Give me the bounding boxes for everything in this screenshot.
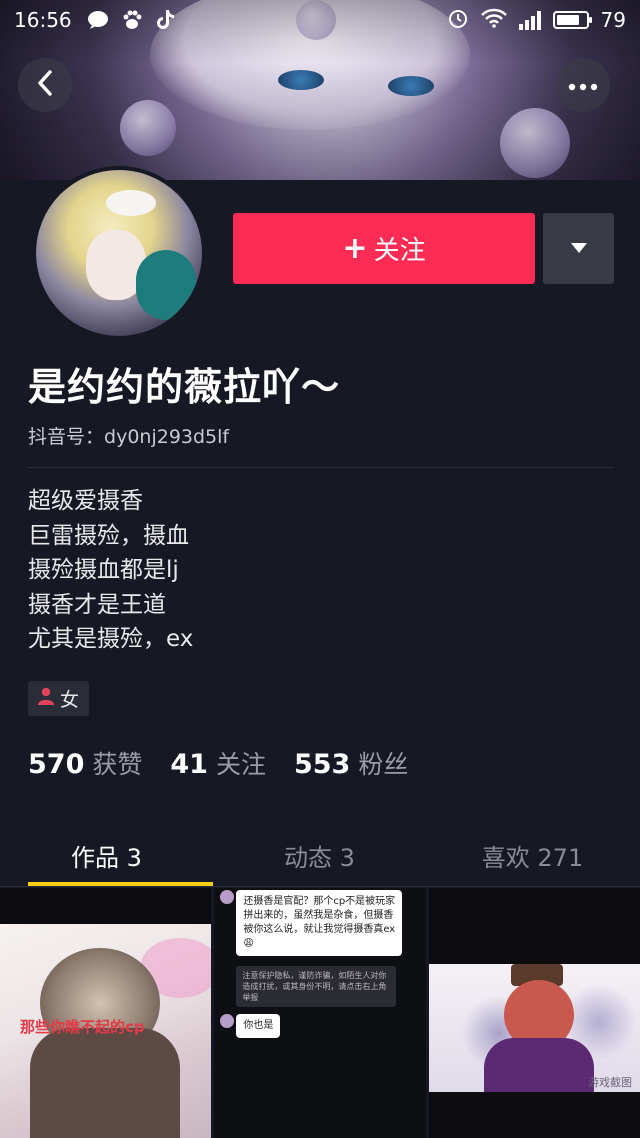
video-thumbnail[interactable]: 游戏截图 bbox=[428, 888, 640, 1138]
status-time: 16:56 bbox=[14, 8, 72, 32]
gender-label: 女 bbox=[60, 689, 80, 711]
bio-line: 摄香才是王道 bbox=[28, 591, 166, 618]
video-thumbnail[interactable]: 那些你瞧不起的cp bbox=[0, 888, 212, 1138]
stat-label: 获赞 bbox=[92, 750, 143, 779]
more-dots-icon bbox=[568, 76, 598, 95]
stat-number: 570 bbox=[28, 749, 85, 780]
recommend-dropdown-button[interactable] bbox=[543, 213, 614, 284]
gender-tag: 女 bbox=[28, 681, 90, 716]
alarm-icon bbox=[447, 7, 469, 34]
stat-following[interactable]: 41 关注 bbox=[170, 745, 266, 781]
bio-line: 超级爱摄香 bbox=[28, 488, 143, 514]
thumbnail-caption: 那些你瞧不起的cp bbox=[20, 1018, 145, 1036]
profile-id-label: 抖音号： bbox=[28, 426, 105, 448]
stat-label: 粉丝 bbox=[358, 750, 409, 779]
bio-line: 摄殓摄血都是lj bbox=[28, 557, 179, 583]
chat-message: 你也是 bbox=[236, 1014, 281, 1038]
more-button[interactable] bbox=[556, 58, 610, 112]
profile-bio: 超级爱摄香 巨雷摄殓，摄血 摄殓摄血都是lj 摄香才是王道 尤其是摄殓，ex bbox=[28, 484, 193, 657]
video-grid: 那些你瞧不起的cp 还摄香是官配？那个cp不是被玩家拼出来的，虽然我是杂食，但摄… bbox=[0, 888, 640, 1138]
paw-icon bbox=[120, 9, 144, 31]
back-button[interactable] bbox=[18, 58, 72, 112]
tab-moments[interactable]: 动态 3 bbox=[213, 826, 426, 886]
plus-icon: + bbox=[342, 231, 368, 266]
tab-divider bbox=[0, 886, 640, 887]
tiktok-icon bbox=[154, 9, 178, 31]
video-thumbnail[interactable]: 还摄香是官配？那个cp不是被玩家拼出来的，虽然我是杂食，但摄香被你这么说，就让我… bbox=[214, 888, 426, 1138]
bio-line: 尤其是摄殓，ex bbox=[28, 626, 194, 652]
battery-level: 79 bbox=[600, 8, 626, 32]
avatar[interactable] bbox=[32, 166, 206, 340]
stat-label: 关注 bbox=[215, 750, 266, 779]
follow-button[interactable]: + 关注 bbox=[233, 213, 535, 284]
stat-number: 41 bbox=[170, 749, 208, 780]
profile-id: 抖音号：dy0nj293d5lf bbox=[28, 422, 229, 449]
divider bbox=[28, 467, 614, 468]
tab-works[interactable]: 作品 3 bbox=[0, 826, 213, 886]
bio-line: 巨雷摄殓，摄血 bbox=[28, 522, 189, 549]
profile-stats: 570 获赞 41 关注 553 粉丝 bbox=[28, 745, 408, 781]
person-icon bbox=[38, 687, 54, 710]
profile-tabs: 作品 3 动态 3 喜欢 271 bbox=[0, 826, 640, 886]
tab-likes[interactable]: 喜欢 271 bbox=[426, 826, 639, 886]
stat-followers[interactable]: 553 粉丝 bbox=[294, 745, 408, 781]
profile-id-value: dy0nj293d5lf bbox=[104, 426, 230, 448]
signal-icon bbox=[518, 10, 541, 30]
stat-number: 553 bbox=[293, 749, 351, 780]
battery-icon bbox=[552, 11, 592, 29]
chat-system-notice: 注意保护隐私，谨防诈骗，如陌生人对你造成打扰，或其身份不明，请点击右上角举报 bbox=[236, 966, 397, 1007]
status-bar: 16:56 79 bbox=[0, 0, 640, 40]
chevron-left-icon bbox=[35, 69, 55, 101]
chat-bubble-icon bbox=[86, 9, 110, 31]
profile-nickname: 是约约的薇拉吖～ bbox=[28, 365, 341, 409]
wifi-icon bbox=[480, 8, 507, 33]
stat-likes: 570 获赞 bbox=[28, 745, 142, 781]
chat-message: 还摄香是官配？那个cp不是被玩家拼出来的，虽然我是杂食，但摄香被你这么说，就让我… bbox=[236, 890, 403, 956]
follow-label: 关注 bbox=[373, 236, 426, 266]
caret-down-icon bbox=[570, 239, 588, 258]
thumbnail-caption: 游戏截图 bbox=[587, 1076, 632, 1089]
